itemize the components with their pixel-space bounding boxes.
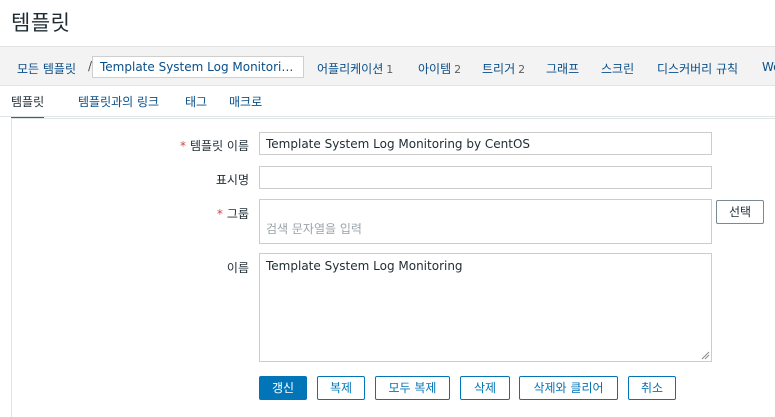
groups-label-text: 그룹: [226, 207, 249, 221]
tab-linked-templates[interactable]: 템플릿과의 링크: [78, 93, 159, 117]
description-textarea[interactable]: Template System Log Monitoring: [259, 253, 712, 362]
nav-graphs[interactable]: 그래프: [546, 60, 579, 77]
nav-screens[interactable]: 스크린: [601, 60, 634, 77]
groups-select-button[interactable]: 선택: [716, 200, 764, 224]
nav-applications-label: 어플리케이션: [317, 62, 384, 76]
nav-items-count: 2: [454, 63, 462, 76]
nav-triggers[interactable]: 트리거 2: [482, 60, 525, 77]
tab-macros[interactable]: 매크로: [229, 93, 262, 117]
update-button[interactable]: 갱신: [259, 376, 307, 400]
nav-items[interactable]: 아이템 2: [418, 60, 461, 77]
description-text: Template System Log Monitoring: [266, 259, 463, 273]
nav-applications[interactable]: 어플리케이션 1: [317, 60, 393, 77]
groups-label: * 그룹: [49, 205, 249, 222]
page-title: 템플릿: [11, 11, 71, 35]
tab-tags[interactable]: 태그: [185, 93, 207, 117]
breadcrumb-current-template[interactable]: Template System Log Monitoring b...: [92, 56, 304, 78]
nav-triggers-count: 2: [518, 63, 526, 76]
delete-and-clear-button[interactable]: 삭제와 클리어: [519, 376, 618, 400]
groups-search-placeholder: 검색 문자열을 입력: [266, 222, 362, 236]
full-clone-button[interactable]: 모두 복제: [375, 376, 450, 400]
nav-applications-count: 1: [386, 63, 394, 76]
template-name-label: * 템플릿 이름: [49, 137, 249, 154]
required-marker: *: [216, 207, 223, 221]
visible-name-input[interactable]: [259, 166, 712, 189]
delete-button[interactable]: 삭제: [460, 376, 510, 400]
nav-discovery-rules[interactable]: 디스커버리 규칙: [657, 60, 738, 77]
template-edit-page: 템플릿 모든 템플릿 / Template System Log Monitor…: [0, 0, 775, 417]
nav-items-label: 아이템: [418, 62, 452, 76]
cancel-button[interactable]: 취소: [628, 376, 676, 400]
breadcrumb-all-templates[interactable]: 모든 템플릿: [17, 60, 76, 77]
nav-web[interactable]: We: [762, 60, 775, 74]
resize-handle-icon[interactable]: [701, 351, 710, 360]
tab-bar: 템플릿 템플릿과의 링크 태그 매크로: [0, 87, 775, 120]
required-marker: *: [179, 139, 186, 153]
groups-multiselect[interactable]: 검색 문자열을 입력: [259, 199, 712, 244]
nav-triggers-label: 트리거: [482, 62, 516, 76]
visible-name-label: 표시명: [215, 173, 249, 187]
tab-template[interactable]: 템플릿: [11, 93, 45, 120]
template-name-label-text: 템플릿 이름: [189, 139, 249, 153]
template-name-input[interactable]: Template System Log Monitoring by CentOS: [259, 132, 712, 155]
breadcrumb: 모든 템플릿 / Template System Log Monitoring …: [0, 46, 775, 86]
clone-button[interactable]: 복제: [317, 376, 365, 400]
description-label: 이름: [226, 261, 249, 275]
